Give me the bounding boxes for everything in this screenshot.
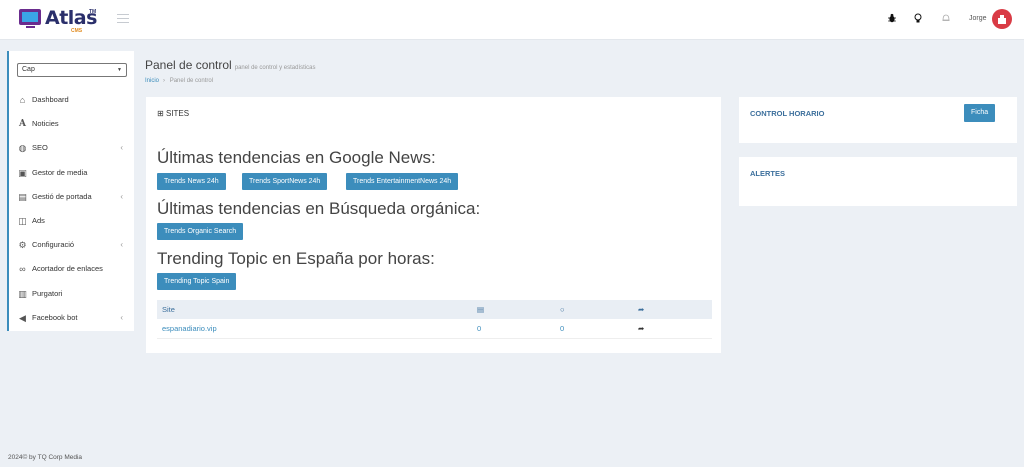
sidebar-item-label: Purgatori [32,288,63,298]
organic-search-heading: Últimas tendencias en Búsqueda orgánica: [157,199,481,218]
trends-organic-search-button[interactable]: Trends Organic Search [157,223,244,240]
google-news-heading: Últimas tendencias en Google News: [157,148,436,167]
cogs-icon: ⚙ [18,240,27,251]
chevron-left-icon: ‹ [120,191,123,201]
trending-topic-heading: Trending Topic en España por horas: [157,249,435,268]
footer-copyright: 2024© by TQ Corp Media [8,454,83,461]
site-link[interactable]: espanadiario.vip [162,319,217,339]
sidebar-item-label: Gestió de portada [32,191,92,201]
page-subtitle: panel de control y estadísticas [234,65,316,71]
hamburger-menu-icon[interactable] [117,14,129,24]
ficha-button[interactable]: Ficha [964,104,996,122]
chevron-left-icon: ‹ [120,143,123,153]
sidebar-item-dashboard[interactable]: ⌂ Dashboard [9,88,134,112]
breadcrumb: Inicio › Panel de control [145,78,214,84]
sites-header: ⊞ SITES [157,109,190,118]
page-title: Panel de control panel de control y estad… [145,58,316,72]
trash-icon: ▥ [18,288,27,299]
site-select-value: Cap [22,66,35,73]
control-horario-title: CONTROL HORARIO [750,109,825,118]
user-name[interactable]: Jorge [969,15,987,22]
bullhorn-icon: ◀ [19,312,26,323]
sites-panel: ⊞ SITES Últimas tendencias en Google New… [146,97,721,353]
sidebar-item-seo[interactable]: ◍ SEO ‹ [9,136,134,160]
share-icon[interactable]: ➦ [638,319,644,339]
trends-sportnews-24h-button[interactable]: Trends SportNews 24h [242,173,328,190]
news-count[interactable]: 0 [477,319,481,339]
sidebar-item-ads[interactable]: ◫ Ads [9,209,134,233]
chevron-down-icon: ▼ [117,67,122,73]
breadcrumb-home[interactable]: Inicio [145,78,159,84]
share-icon: ➦ [638,305,645,314]
site-select[interactable]: Cap ▼ [17,63,127,77]
sidebar-item-label: Facebook bot [32,312,78,322]
monitor-logo-icon [19,9,41,25]
control-horario-panel: CONTROL HORARIO Ficha [739,97,1017,143]
atlas-logo[interactable]: Atlas TM CMS [19,6,99,34]
alertes-title: ALERTES [750,169,786,178]
sidebar-item-purgatori[interactable]: ▥ Purgatori [9,282,134,306]
sidebar-item-label: Configuració [32,240,75,250]
chevron-left-icon: ‹ [120,240,123,250]
trends-entertainmentnews-24h-button[interactable]: Trends EntertainmentNews 24h [346,173,459,190]
trends-news-24h-button[interactable]: Trends News 24h [157,173,226,190]
bell-icon[interactable] [940,13,952,25]
logo-tm: TM [89,9,97,15]
sidebar-item-gestor-media[interactable]: ▣ Gestor de media [9,161,134,185]
lightbulb-icon[interactable] [912,13,924,25]
sidebar-item-label: Noticies [32,119,59,129]
sidebar-item-configuracio[interactable]: ⚙ Configuració ‹ [9,233,134,257]
sidebar-item-label: Acortador de enlaces [32,264,103,274]
sidebar-menu: ⌂ Dashboard A Noticies ◍ SEO ‹ ▣ Gestor … [9,88,134,330]
sidebar-item-label: Dashboard [32,95,69,104]
sidebar-item-acortador[interactable]: ∞ Acortador de enlaces [9,257,134,281]
home-icon: ⌂ [19,95,26,105]
chevron-left-icon: ‹ [120,312,123,322]
table-row: espanadiario.vip 0 0 ➦ [157,319,712,339]
sidebar-item-label: SEO [32,143,48,153]
columns-icon: ▤ [18,191,27,202]
newspaper-icon: ▤ [477,305,485,314]
avatar[interactable] [992,9,1012,29]
top-navbar: Atlas TM CMS Jorge [0,0,1024,40]
table-header: Site ▤ ○ ➦ [157,300,712,319]
sidebar-item-label: Ads [32,215,45,225]
sidebar-item-facebook-bot[interactable]: ◀ Facebook bot ‹ [9,306,134,330]
font-icon: A [19,119,26,130]
comment-icon: ○ [560,305,565,314]
sidebar: Cap ▼ ⌂ Dashboard A Noticies ◍ SEO ‹ ▣ G… [7,51,134,331]
globe-icon: ◍ [18,143,27,154]
trending-topic-spain-button[interactable]: Trending Topic Spain [157,273,237,290]
sites-table: Site ▤ ○ ➦ espanadiario.vip 0 0 ➦ [157,300,712,339]
image-icon: ▣ [18,167,27,178]
column-header-site[interactable]: Site [162,300,175,319]
bug-icon[interactable] [886,13,898,25]
ad-icon: ◫ [18,215,27,226]
comments-count[interactable]: 0 [560,319,564,339]
sitemap-icon: ⊞ [157,109,164,118]
link-icon: ∞ [19,264,26,275]
sidebar-item-label: Gestor de media [32,167,88,177]
breadcrumb-current: Panel de control [169,78,214,84]
sidebar-item-gestio-portada[interactable]: ▤ Gestió de portada ‹ [9,185,134,209]
sidebar-item-noticies[interactable]: A Noticies [9,112,134,136]
alertes-panel: ALERTES [739,157,1017,206]
logo-cms: CMS [71,28,83,34]
